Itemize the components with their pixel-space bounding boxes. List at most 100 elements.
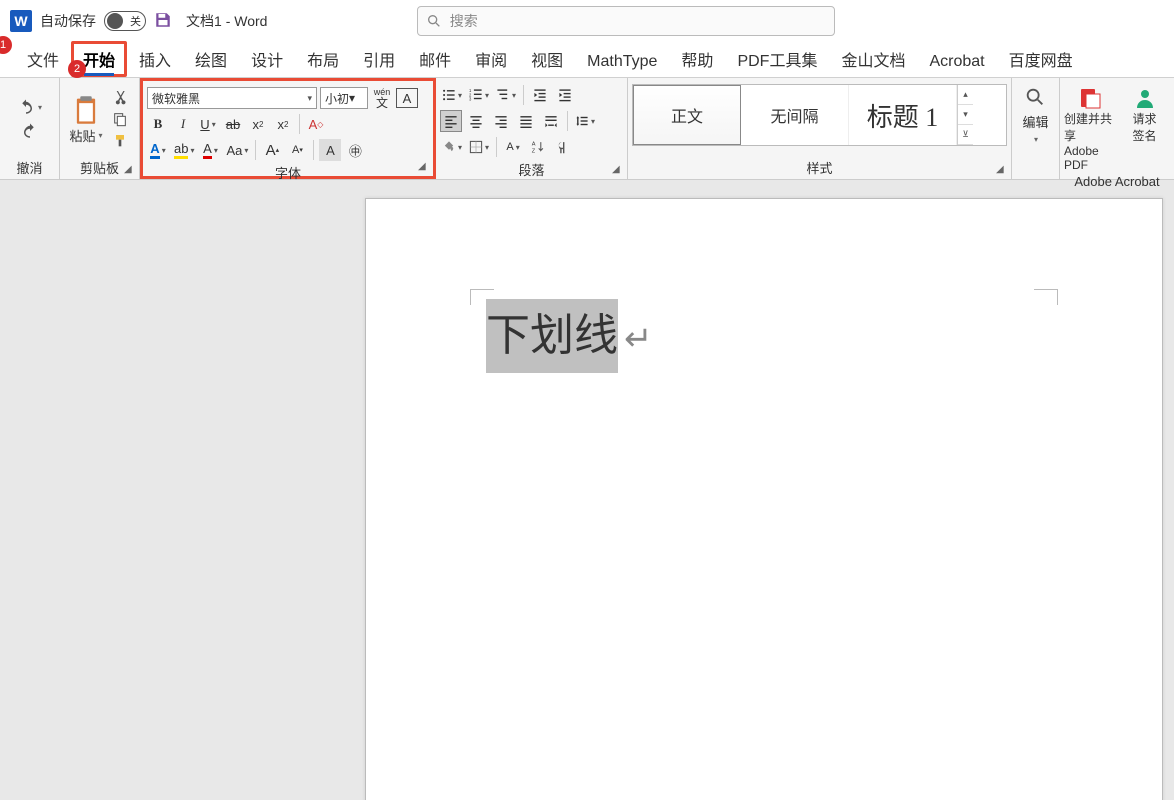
- strikethrough-button[interactable]: ab: [222, 113, 244, 135]
- chevron-down-icon: ▾: [1034, 135, 1038, 144]
- tab-file[interactable]: 文件: [15, 41, 71, 77]
- grow-font-button[interactable]: A▴: [261, 139, 283, 161]
- group-paragraph: 123: [436, 78, 628, 179]
- document-page[interactable]: 下划线↵: [365, 198, 1163, 800]
- style-nospace[interactable]: 无间隔: [741, 85, 849, 145]
- title-bar: W 自动保存 关 文档1 - Word 搜索: [0, 0, 1174, 42]
- subscript-button[interactable]: x2: [247, 113, 269, 135]
- char-shading-button[interactable]: A: [319, 139, 341, 161]
- align-right-button[interactable]: [490, 110, 512, 132]
- show-hide-button[interactable]: [552, 136, 574, 158]
- tab-layout[interactable]: 布局: [295, 41, 351, 77]
- tab-mailings[interactable]: 邮件: [407, 41, 463, 77]
- group-acrobat: 创建并共享 Adobe PDF 请求 签名 Adobe Acrobat: [1060, 78, 1174, 179]
- asian-layout-button[interactable]: A: [502, 136, 524, 158]
- font-group-label: 字体: [147, 161, 429, 184]
- create-share-pdf-button[interactable]: 创建并共享 Adobe PDF: [1064, 86, 1115, 172]
- tab-pdftools[interactable]: PDF工具集: [725, 41, 829, 77]
- font-size-combo[interactable]: 小初▾: [320, 87, 368, 109]
- styles-up-icon[interactable]: ▴: [958, 85, 973, 105]
- request-sign-button[interactable]: 请求 签名: [1119, 86, 1170, 144]
- paragraph-launcher-icon[interactable]: ◢: [612, 164, 624, 176]
- superscript-button[interactable]: x2: [272, 113, 294, 135]
- editing-button[interactable]: 编辑 ▾: [1022, 82, 1048, 144]
- group-undo: ▾ 撤消: [0, 78, 60, 179]
- paragraph-group-label: 段落: [440, 158, 623, 181]
- bullets-button[interactable]: [440, 84, 464, 106]
- tab-baidu[interactable]: 百度网盘: [997, 41, 1085, 77]
- font-launcher-icon[interactable]: ◢: [418, 161, 430, 173]
- chevron-down-icon: ▾: [349, 91, 355, 105]
- shading-button[interactable]: [440, 136, 464, 158]
- styles-launcher-icon[interactable]: ◢: [996, 164, 1008, 176]
- paste-button[interactable]: 粘贴▾: [64, 82, 108, 156]
- group-clipboard: 粘贴▾ 剪贴板 ◢: [60, 78, 140, 179]
- styles-group-label: 样式: [632, 156, 1007, 179]
- paragraph-mark-icon: ↵: [624, 320, 653, 358]
- ribbon: ▾ 撤消 粘贴▾ 剪贴板 ◢: [0, 78, 1174, 180]
- tab-design[interactable]: 设计: [239, 41, 295, 77]
- group-editing: 编辑 ▾: [1012, 78, 1060, 179]
- style-heading1[interactable]: 标题 1: [849, 85, 957, 145]
- styles-more-icon[interactable]: ⊻: [958, 125, 973, 145]
- clipboard-launcher-icon[interactable]: ◢: [124, 164, 136, 176]
- tab-references[interactable]: 引用: [351, 41, 407, 77]
- document-title: 文档1 - Word: [186, 11, 267, 31]
- callout-badge-1: 1: [0, 36, 12, 54]
- undo-group-label: 撤消: [4, 156, 55, 179]
- selected-text[interactable]: 下划线: [486, 299, 618, 373]
- callout-badge-2: 2: [68, 60, 86, 78]
- chevron-down-icon: ▾: [38, 103, 42, 112]
- tab-mathtype[interactable]: MathType: [575, 47, 669, 77]
- bold-button[interactable]: B: [147, 113, 169, 135]
- highlight-button[interactable]: ab: [172, 139, 196, 161]
- tab-help[interactable]: 帮助: [669, 41, 725, 77]
- tab-view[interactable]: 视图: [519, 41, 575, 77]
- text-effects-button[interactable]: A: [147, 139, 169, 161]
- autosave-toggle[interactable]: 关: [104, 11, 146, 31]
- undo-button[interactable]: ▾: [17, 98, 42, 116]
- phonetic-guide-button[interactable]: wén 文: [371, 87, 393, 109]
- underline-button[interactable]: U: [197, 113, 219, 135]
- clear-formatting-button[interactable]: A◇: [305, 113, 327, 135]
- acrobat-group-label: Adobe Acrobat: [1064, 172, 1170, 191]
- tab-draw[interactable]: 绘图: [183, 41, 239, 77]
- sort-button[interactable]: AZ: [527, 136, 549, 158]
- multilevel-list-button[interactable]: [494, 84, 518, 106]
- tab-acrobat[interactable]: Acrobat: [917, 47, 996, 77]
- borders-button[interactable]: [467, 136, 491, 158]
- line-spacing-button[interactable]: [573, 110, 597, 132]
- styles-down-icon[interactable]: ▾: [958, 105, 973, 125]
- font-color-button[interactable]: A: [199, 139, 221, 161]
- style-normal[interactable]: 正文: [633, 85, 741, 145]
- increase-indent-button[interactable]: [554, 84, 576, 106]
- shrink-font-button[interactable]: A▾: [286, 139, 308, 161]
- copy-button[interactable]: [111, 110, 129, 128]
- change-case-button[interactable]: Aa: [224, 139, 250, 161]
- italic-button[interactable]: I: [172, 113, 194, 135]
- save-button[interactable]: [154, 11, 172, 32]
- char-border-button[interactable]: A: [396, 88, 418, 108]
- redo-button[interactable]: [21, 122, 39, 140]
- page-content[interactable]: 下划线↵: [486, 299, 1062, 373]
- chevron-down-icon: ▾: [307, 93, 312, 104]
- tab-review[interactable]: 审阅: [463, 41, 519, 77]
- cut-button[interactable]: [111, 88, 129, 106]
- justify-button[interactable]: [515, 110, 537, 132]
- svg-text:Z: Z: [532, 149, 536, 154]
- tab-jinshan[interactable]: 金山文档: [829, 41, 917, 77]
- decrease-indent-button[interactable]: [529, 84, 551, 106]
- font-name-combo[interactable]: 微软雅黑▾: [147, 87, 317, 109]
- autosave-label: 自动保存: [40, 11, 96, 31]
- distribute-button[interactable]: [540, 110, 562, 132]
- enclose-char-button[interactable]: ㊥: [344, 139, 366, 161]
- align-left-button[interactable]: [440, 110, 462, 132]
- group-styles: 正文 无间隔 标题 1 ▴ ▾ ⊻ 样式 ◢: [628, 78, 1012, 179]
- format-painter-button[interactable]: [111, 132, 129, 150]
- align-center-button[interactable]: [465, 110, 487, 132]
- numbering-button[interactable]: 123: [467, 84, 491, 106]
- search-box[interactable]: 搜索: [417, 6, 835, 36]
- word-app-icon: W: [10, 10, 32, 32]
- tab-insert[interactable]: 插入: [127, 41, 183, 77]
- styles-gallery: 正文 无间隔 标题 1 ▴ ▾ ⊻: [632, 84, 1007, 146]
